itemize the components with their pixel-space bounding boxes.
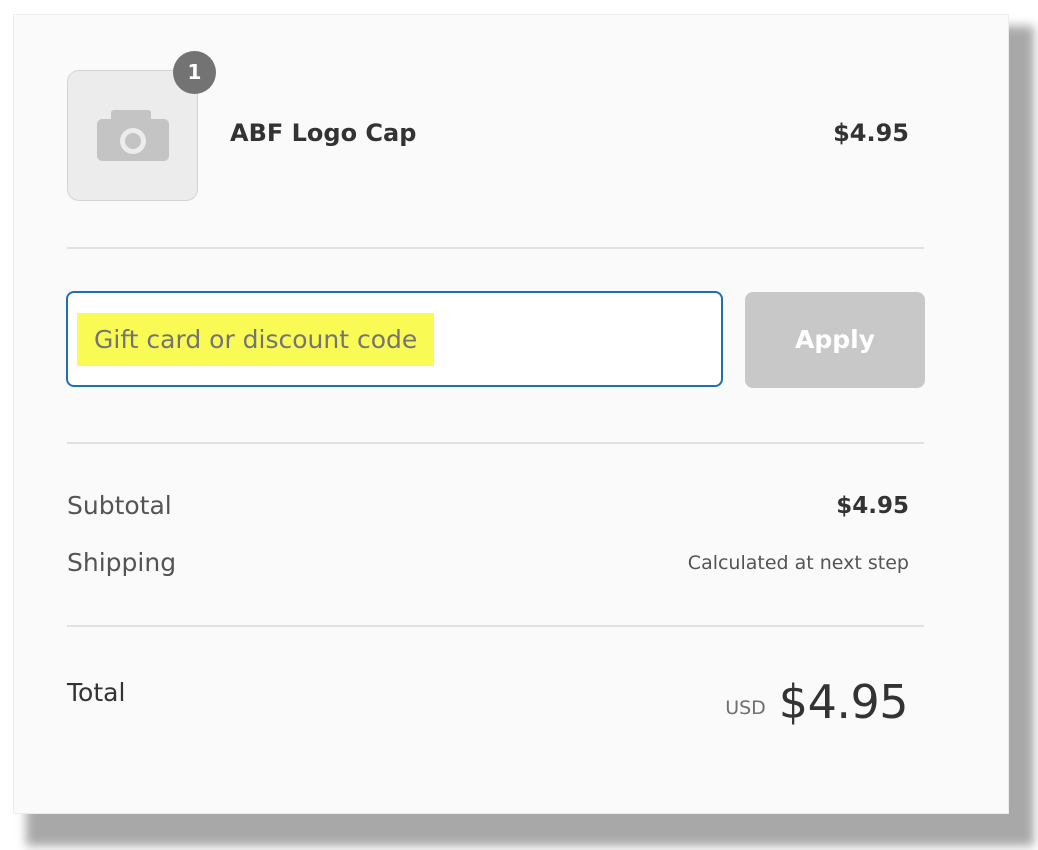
total-price: USD $4.95 (725, 675, 908, 729)
order-summary-panel: 1 ABF Logo Cap $4.95 Gift card or discou… (13, 14, 1009, 814)
shipping-value: Calculated at next step (687, 552, 909, 574)
divider (67, 442, 924, 444)
divider (67, 247, 924, 249)
discount-code-placeholder: Gift card or discount code (77, 313, 435, 366)
apply-button[interactable]: Apply (745, 292, 925, 388)
discount-code-input[interactable]: Gift card or discount code (66, 291, 723, 387)
product-thumbnail (67, 70, 198, 201)
shipping-label: Shipping (67, 548, 177, 577)
quantity-badge: 1 (173, 51, 216, 94)
total-label: Total (67, 678, 126, 707)
divider (67, 625, 924, 627)
subtotal-value: $4.95 (836, 493, 909, 519)
total-amount: $4.95 (778, 675, 909, 729)
product-price: $4.95 (833, 119, 909, 147)
total-currency: USD (725, 697, 766, 719)
camera-icon (97, 110, 169, 161)
subtotal-label: Subtotal (67, 491, 172, 520)
product-name: ABF Logo Cap (230, 119, 417, 147)
